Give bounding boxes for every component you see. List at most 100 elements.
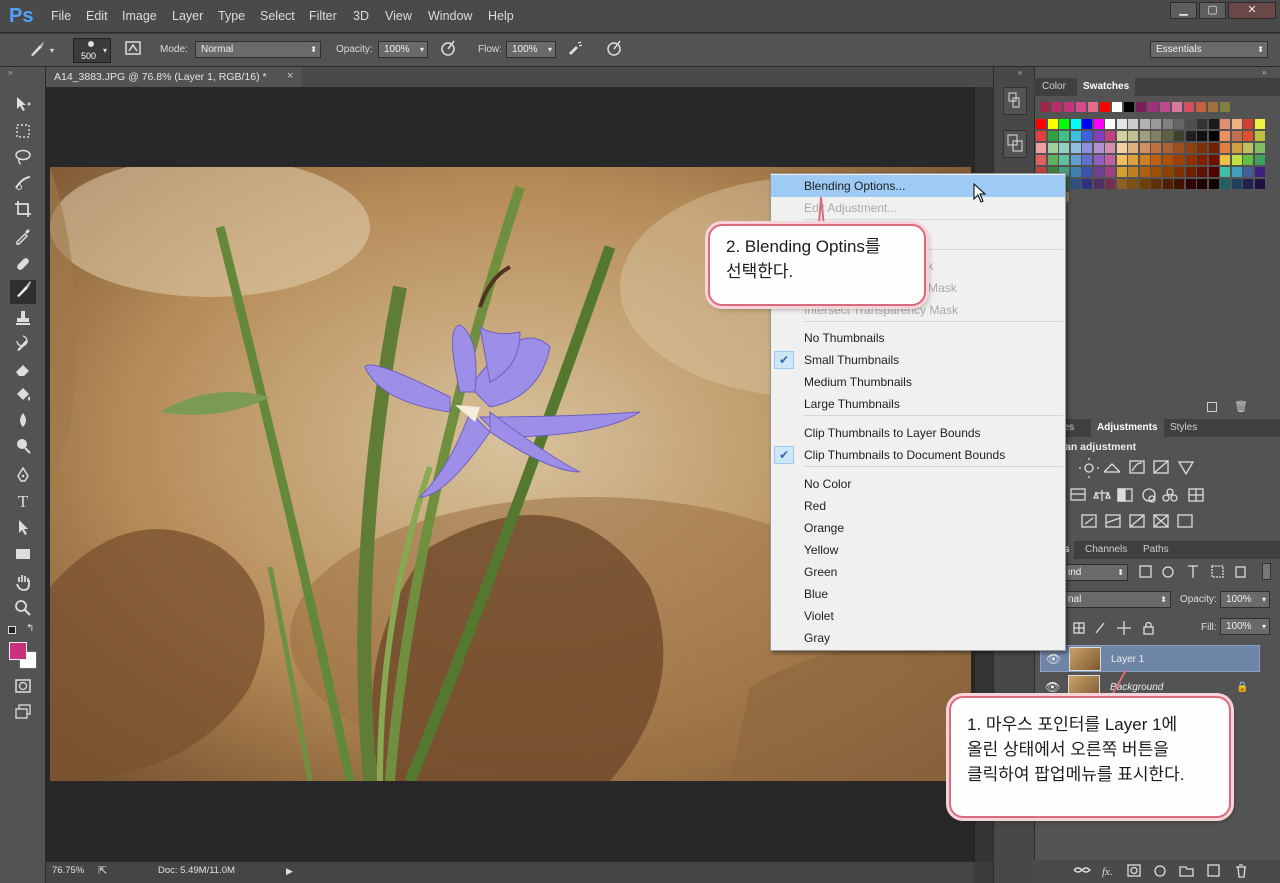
zoom-level[interactable]: 76.75% xyxy=(52,862,84,880)
swatch[interactable] xyxy=(1162,131,1173,141)
swatch[interactable] xyxy=(1254,155,1265,165)
eraser-tool-icon[interactable] xyxy=(12,360,34,380)
swatch[interactable] xyxy=(1128,119,1138,129)
clone-stamp-tool-icon[interactable] xyxy=(12,309,34,329)
swatch[interactable] xyxy=(1139,179,1150,189)
new-swatch-icon[interactable] xyxy=(1207,402,1217,412)
pen-tool-icon[interactable] xyxy=(12,466,34,486)
properties-panel-icon[interactable] xyxy=(1003,130,1027,158)
swatch[interactable] xyxy=(1036,119,1046,129)
swatch[interactable] xyxy=(1128,143,1138,153)
filter-toggle[interactable] xyxy=(1262,563,1271,580)
marquee-tool-icon[interactable] xyxy=(12,122,34,142)
swatch[interactable] xyxy=(1220,167,1230,177)
mode-select[interactable]: Normal ⬍ xyxy=(195,41,321,58)
swatches-grid[interactable] xyxy=(1036,100,1265,205)
swatch[interactable] xyxy=(1139,131,1150,141)
swatch[interactable] xyxy=(1105,167,1115,177)
swatch[interactable] xyxy=(1124,102,1134,112)
swatch[interactable] xyxy=(1184,102,1194,112)
swatch[interactable] xyxy=(1105,143,1115,153)
airbrush-icon[interactable] xyxy=(564,39,586,59)
brush-preset-icon[interactable] xyxy=(26,40,48,60)
swatch[interactable] xyxy=(1082,143,1092,153)
menu-select[interactable]: Select xyxy=(260,9,295,23)
swatch[interactable] xyxy=(1116,143,1127,153)
swatch[interactable] xyxy=(1172,102,1182,112)
swatch[interactable] xyxy=(1082,119,1092,129)
history-brush-tool-icon[interactable] xyxy=(12,334,34,354)
swatch[interactable] xyxy=(1162,167,1173,177)
menu-edit[interactable]: Edit xyxy=(86,9,108,23)
swatch[interactable] xyxy=(1208,143,1219,153)
menu-help[interactable]: Help xyxy=(488,9,514,23)
swatch[interactable] xyxy=(1148,102,1158,112)
menu-item-large-thumbnails[interactable]: Large Thumbnails xyxy=(771,393,1065,415)
swatch[interactable] xyxy=(1162,119,1173,129)
zoom-tool-icon[interactable] xyxy=(12,599,34,619)
lasso-tool-icon[interactable] xyxy=(12,148,34,168)
swatch[interactable] xyxy=(1231,143,1242,153)
swatch[interactable] xyxy=(1254,167,1265,177)
rectangle-tool-icon[interactable] xyxy=(12,545,34,565)
screen-mode-icon[interactable] xyxy=(12,703,34,723)
swatch[interactable] xyxy=(1174,131,1184,141)
tab-paths[interactable]: Paths xyxy=(1137,541,1175,559)
swatch[interactable] xyxy=(1197,131,1207,141)
tab-styles[interactable]: Styles xyxy=(1164,419,1203,437)
swatch[interactable] xyxy=(1151,143,1161,153)
swatch[interactable] xyxy=(1112,102,1122,112)
brush-preset-dropdown[interactable]: ▾ xyxy=(50,46,54,55)
swatch[interactable] xyxy=(1128,167,1138,177)
swatch[interactable] xyxy=(1220,119,1230,129)
swatch[interactable] xyxy=(1105,119,1115,129)
menu-item-no-color[interactable]: No Color xyxy=(771,473,1065,495)
brush-panel-icon[interactable] xyxy=(122,39,144,59)
default-colors-icon[interactable] xyxy=(8,626,16,634)
swatch[interactable] xyxy=(1254,179,1265,189)
swatch[interactable] xyxy=(1082,179,1092,189)
swatch[interactable] xyxy=(1197,155,1207,165)
swatch[interactable] xyxy=(1036,131,1046,141)
menu-item-green[interactable]: Green xyxy=(771,561,1065,583)
swatch[interactable] xyxy=(1231,155,1242,165)
path-selection-tool-icon[interactable] xyxy=(12,518,34,538)
swatch[interactable] xyxy=(1243,167,1253,177)
crop-tool-icon[interactable] xyxy=(12,200,34,220)
swatch[interactable] xyxy=(1151,131,1161,141)
swatch[interactable] xyxy=(1220,131,1230,141)
swatch[interactable] xyxy=(1197,179,1207,189)
swatch[interactable] xyxy=(1070,155,1081,165)
swatch[interactable] xyxy=(1174,143,1184,153)
swatch[interactable] xyxy=(1116,119,1127,129)
quick-selection-tool-icon[interactable] xyxy=(12,174,34,194)
swatch[interactable] xyxy=(1036,155,1046,165)
swatch[interactable] xyxy=(1082,155,1092,165)
collapse-arrows-icon[interactable]: « xyxy=(1018,68,1022,77)
swatch[interactable] xyxy=(1136,102,1146,112)
swatch[interactable] xyxy=(1174,119,1184,129)
menu-item-small-thumbnails[interactable]: Small Thumbnails ✔ xyxy=(771,349,1065,371)
export-icon[interactable]: ⇱ xyxy=(98,862,107,880)
swatch[interactable] xyxy=(1254,119,1265,129)
swatch[interactable] xyxy=(1185,143,1196,153)
layer-kind-filter[interactable]: ind ⬍ xyxy=(1062,564,1128,581)
swatch[interactable] xyxy=(1162,155,1173,165)
swatch[interactable] xyxy=(1151,119,1161,129)
swatch[interactable] xyxy=(1208,102,1218,112)
swatch[interactable] xyxy=(1088,102,1098,112)
swatch[interactable] xyxy=(1208,131,1219,141)
swatch[interactable] xyxy=(1220,179,1230,189)
blend-mode-select[interactable]: nal ⬍ xyxy=(1062,591,1171,608)
swatch[interactable] xyxy=(1105,155,1115,165)
pressure-size-icon[interactable] xyxy=(603,39,625,59)
swatch[interactable] xyxy=(1047,155,1058,165)
swatch[interactable] xyxy=(1231,179,1242,189)
swatch[interactable] xyxy=(1197,167,1207,177)
swatch[interactable] xyxy=(1093,155,1104,165)
swatch[interactable] xyxy=(1093,143,1104,153)
swatch[interactable] xyxy=(1116,131,1127,141)
swatch[interactable] xyxy=(1093,167,1104,177)
tab-channels[interactable]: Channels xyxy=(1079,541,1133,559)
menu-item-gray[interactable]: Gray xyxy=(771,627,1065,649)
